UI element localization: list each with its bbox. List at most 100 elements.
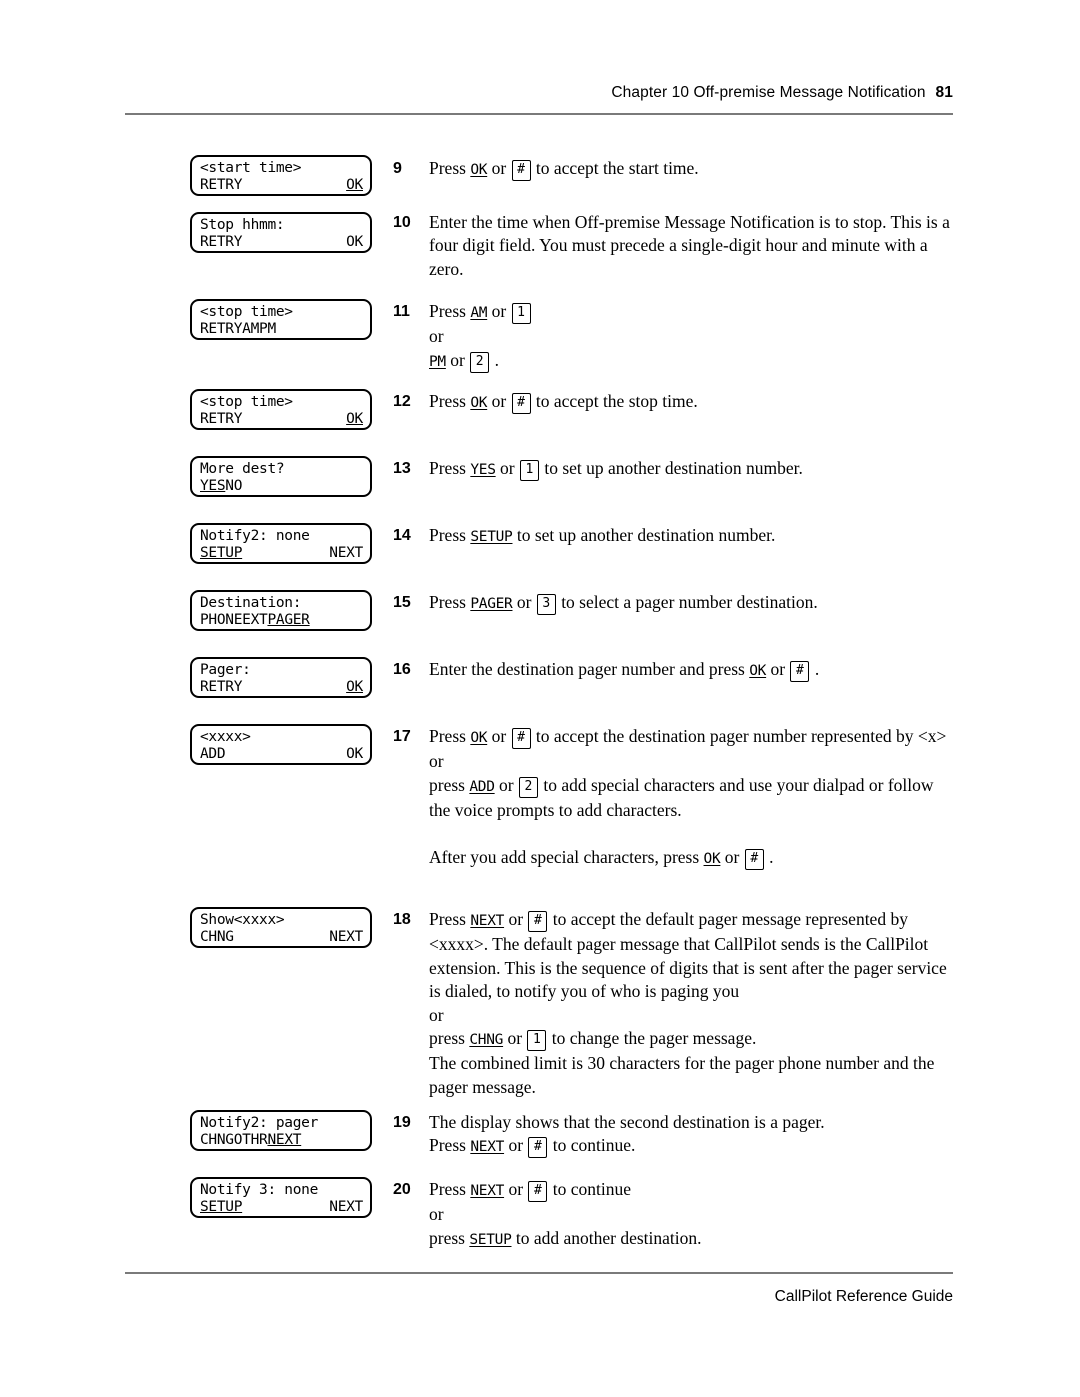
step-text: to accept the stop time.	[531, 391, 698, 411]
inline-softkey-label[interactable]: OK	[470, 162, 487, 178]
lcd-display-pager: Pager: RETRY OK	[190, 657, 372, 698]
lcd-softkey-right[interactable]: PAGER	[267, 611, 309, 629]
dialpad-key-2[interactable]: 2	[518, 776, 538, 798]
step-line: The display shows that the second destin…	[429, 1111, 955, 1134]
step-blank-line	[429, 823, 955, 846]
lcd-softkey-right[interactable]: OK	[346, 176, 363, 194]
step-text: Press	[429, 592, 471, 612]
lcd-softkey-mid[interactable]: NO	[225, 477, 242, 495]
step-text: .	[490, 349, 499, 370]
step-text: press	[429, 1028, 470, 1049]
dialpad-key-hash[interactable]: #	[511, 393, 531, 414]
step-text: Enter the time when Off-premise Message …	[429, 212, 950, 279]
dialpad-key-hash[interactable]: #	[511, 160, 531, 181]
inline-softkey-label[interactable]: NEXT	[470, 1139, 504, 1155]
lcd-softkey-left[interactable]: YES	[200, 477, 226, 495]
inline-softkey-label[interactable]: OK	[470, 395, 487, 411]
step-text: to select a pager number destination.	[556, 592, 818, 612]
lcd-display-stop-time-ampm: <stop time> RETRY AM PM	[190, 299, 372, 340]
inline-softkey-label[interactable]: PAGER	[470, 596, 512, 612]
lcd-softkey-left[interactable]: SETUP	[200, 1198, 242, 1216]
dialpad-key-3[interactable]: 3	[536, 594, 556, 615]
lcd-softkey-left[interactable]: RETRY	[200, 410, 242, 428]
dialpad-key-hash[interactable]: #	[528, 911, 548, 932]
inline-softkey-label[interactable]: NEXT	[470, 1183, 504, 1199]
lcd-prompt-line: Notify2: pager	[200, 1115, 319, 1131]
lcd-softkey-row: ADD OK	[200, 745, 363, 763]
step-number: 14	[393, 527, 411, 544]
step-text: to set up another destination number.	[512, 525, 776, 545]
step-body: Enter the time when Off-premise Message …	[429, 211, 955, 281]
lcd-softkey-right[interactable]: NEXT	[329, 928, 363, 946]
step-line: Enter the time when Off-premise Message …	[429, 211, 955, 281]
dialpad-key-hash[interactable]: #	[528, 1181, 548, 1202]
inline-softkey-label[interactable]: OK	[470, 730, 487, 746]
dialpad-key-1[interactable]: 1	[511, 303, 531, 324]
step-text: Press	[429, 525, 471, 545]
lcd-softkey-left[interactable]: RETRY	[200, 320, 242, 338]
lcd-display-start-time: <start time> RETRY OK	[190, 155, 372, 196]
step-text: or	[429, 1004, 444, 1025]
inline-softkey-label[interactable]: AM	[470, 305, 487, 321]
step-text: or	[504, 1179, 528, 1199]
step-line: The combined limit is 30 characters for …	[429, 1052, 955, 1099]
inline-softkey-label[interactable]: ADD	[469, 779, 495, 795]
step-text: The combined limit is 30 characters for …	[429, 1053, 935, 1097]
lcd-softkey-left[interactable]: CHNG	[200, 928, 234, 946]
lcd-softkey-left[interactable]: CHNG	[200, 1131, 234, 1149]
lcd-softkey-right[interactable]: NEXT	[329, 544, 363, 562]
lcd-softkey-right[interactable]: NEXT	[329, 1198, 363, 1216]
step-body: Press OK or # to accept the destination …	[429, 725, 955, 871]
lcd-softkey-mid[interactable]: EXT	[242, 611, 268, 629]
step-line: PM or 2 .	[429, 349, 955, 374]
dialpad-key-hash[interactable]: #	[511, 728, 531, 749]
inline-softkey-label[interactable]: PM	[429, 354, 446, 370]
lcd-display-notify2-none: Notify2: none SETUP NEXT	[190, 523, 372, 564]
step-body: Enter the destination pager number and p…	[429, 658, 955, 683]
dialpad-key-hash[interactable]: #	[528, 1137, 548, 1159]
lcd-softkey-left[interactable]: RETRY	[200, 233, 242, 251]
inline-softkey-label[interactable]: SETUP	[470, 529, 512, 545]
inline-softkey-label[interactable]: SETUP	[469, 1232, 511, 1248]
dialpad-key-hash[interactable]: #	[790, 661, 810, 682]
lcd-softkey-right[interactable]: NEXT	[267, 1131, 301, 1149]
dialpad-key-2[interactable]: 2	[470, 351, 490, 373]
dialpad-key-1[interactable]: 1	[527, 1030, 547, 1052]
lcd-softkey-right[interactable]: OK	[346, 233, 363, 251]
lcd-softkey-right[interactable]: OK	[346, 745, 363, 763]
dialpad-key-hash[interactable]: #	[744, 849, 764, 871]
lcd-softkey-left[interactable]: ADD	[200, 745, 226, 763]
lcd-softkey-right[interactable]: OK	[346, 678, 363, 696]
inline-softkey-label[interactable]: CHNG	[469, 1032, 503, 1048]
step-text: or	[487, 726, 511, 746]
step-text: or	[720, 847, 744, 868]
inline-softkey-label[interactable]: OK	[704, 851, 721, 867]
step-text: .	[764, 847, 774, 868]
lcd-softkey-left[interactable]: RETRY	[200, 176, 242, 194]
lcd-softkey-mid[interactable]: OTHR	[234, 1131, 268, 1149]
step-text: or	[487, 158, 511, 178]
lcd-prompt-line: Show<xxxx>	[200, 912, 285, 928]
lcd-softkey-left[interactable]: RETRY	[200, 678, 242, 696]
lcd-softkey-row: CHNG OTHR NEXT	[200, 1131, 363, 1149]
inline-softkey-label[interactable]: OK	[749, 663, 766, 679]
step-text: press	[429, 1227, 470, 1248]
step-text: Press	[429, 1135, 471, 1156]
document-page: Chapter 10 Off-premise Message Notificat…	[0, 0, 1080, 1397]
step-number: 11	[393, 303, 410, 320]
step-line: press SETUP to add another destination.	[429, 1227, 955, 1252]
step-text: or	[487, 301, 511, 321]
step-line: After you add special characters, press …	[429, 846, 955, 871]
lcd-softkey-left[interactable]: PHONE	[200, 611, 242, 629]
step-body: Press AM or 1 or PM or 2 .	[429, 300, 955, 374]
inline-softkey-label[interactable]: YES	[470, 462, 496, 478]
lcd-softkey-row: RETRY OK	[200, 410, 363, 428]
lcd-softkey-right[interactable]: OK	[346, 410, 363, 428]
lcd-display-notify3-none: Notify 3: none SETUP NEXT	[190, 1177, 372, 1218]
dialpad-key-1[interactable]: 1	[519, 460, 539, 481]
inline-softkey-label[interactable]: NEXT	[470, 913, 504, 929]
lcd-softkey-mid[interactable]: AM	[242, 320, 259, 338]
lcd-softkey-right[interactable]: PM	[259, 320, 276, 338]
lcd-softkey-row: PHONE EXT PAGER	[200, 611, 363, 629]
lcd-softkey-left[interactable]: SETUP	[200, 544, 242, 562]
